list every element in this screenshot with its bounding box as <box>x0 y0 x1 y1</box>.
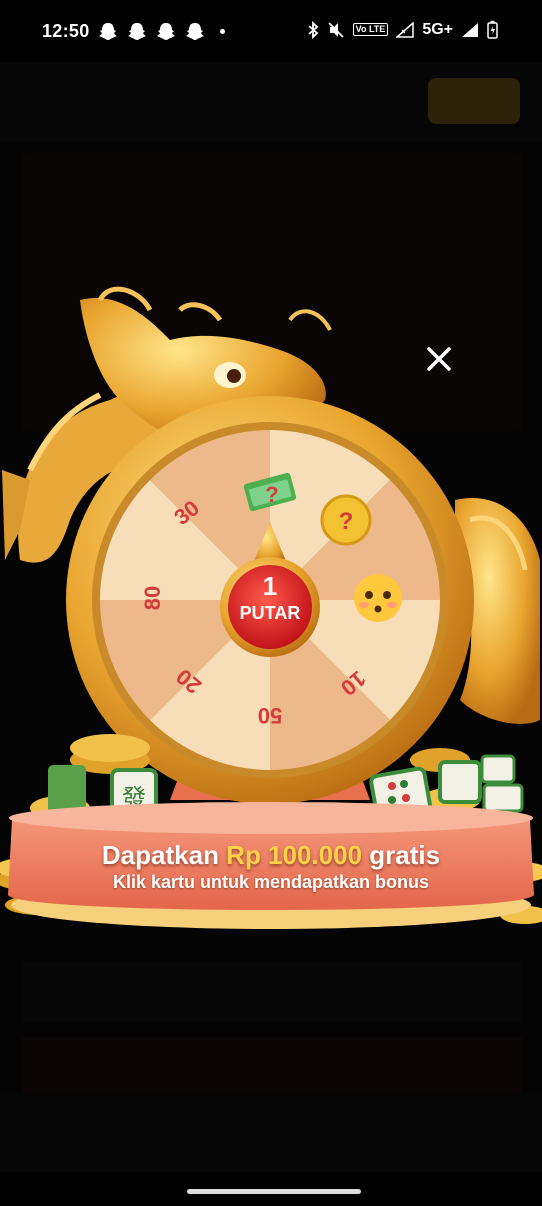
svg-text:?: ? <box>339 508 354 535</box>
emoji-prize-icon <box>354 574 402 622</box>
home-gesture-bar[interactable] <box>187 1189 361 1194</box>
close-icon[interactable] <box>424 344 454 374</box>
volte-badge: Vo LTE <box>352 23 389 36</box>
snapchat-icon <box>128 23 146 40</box>
signal-icon <box>396 21 415 38</box>
svg-text:?: ? <box>265 482 278 507</box>
more-notifications-dot <box>220 29 225 34</box>
spin-button[interactable]: 1 PUTAR <box>222 559 318 655</box>
wheel-segment-label: 80 <box>140 585 165 611</box>
notification-icons <box>98 22 225 41</box>
battery-icon <box>487 20 498 39</box>
network-type: 5G+ <box>422 20 453 38</box>
snapchat-icon <box>157 23 175 40</box>
spin-label: PUTAR <box>239 603 301 623</box>
mute-icon <box>328 21 344 38</box>
system-icons: Vo LTE 5G+ <box>307 20 498 39</box>
bonus-title-prefix: Dapatkan <box>101 840 227 870</box>
mystery-coin-icon: ? <box>320 494 372 546</box>
bonus-title: Dapatkan Rp 100.000 gratis <box>0 840 542 871</box>
snapchat-icon <box>99 23 117 40</box>
status-bar: 12:50 Vo LTE 5G+ <box>0 0 542 62</box>
bonus-subtitle: Klik kartu untuk mendapatkan bonus <box>112 872 430 892</box>
spin-count: 1 <box>262 571 278 601</box>
navigation-bar <box>0 1172 542 1206</box>
status-time: 12:50 <box>42 21 90 41</box>
bonus-amount: Rp 100.000 <box>226 840 363 870</box>
wheel-segment-label: 50 <box>257 703 283 728</box>
bluetooth-icon <box>308 20 318 39</box>
signal-icon <box>462 22 478 37</box>
snapchat-icon <box>186 23 204 40</box>
bonus-title-suffix: gratis <box>362 840 441 870</box>
